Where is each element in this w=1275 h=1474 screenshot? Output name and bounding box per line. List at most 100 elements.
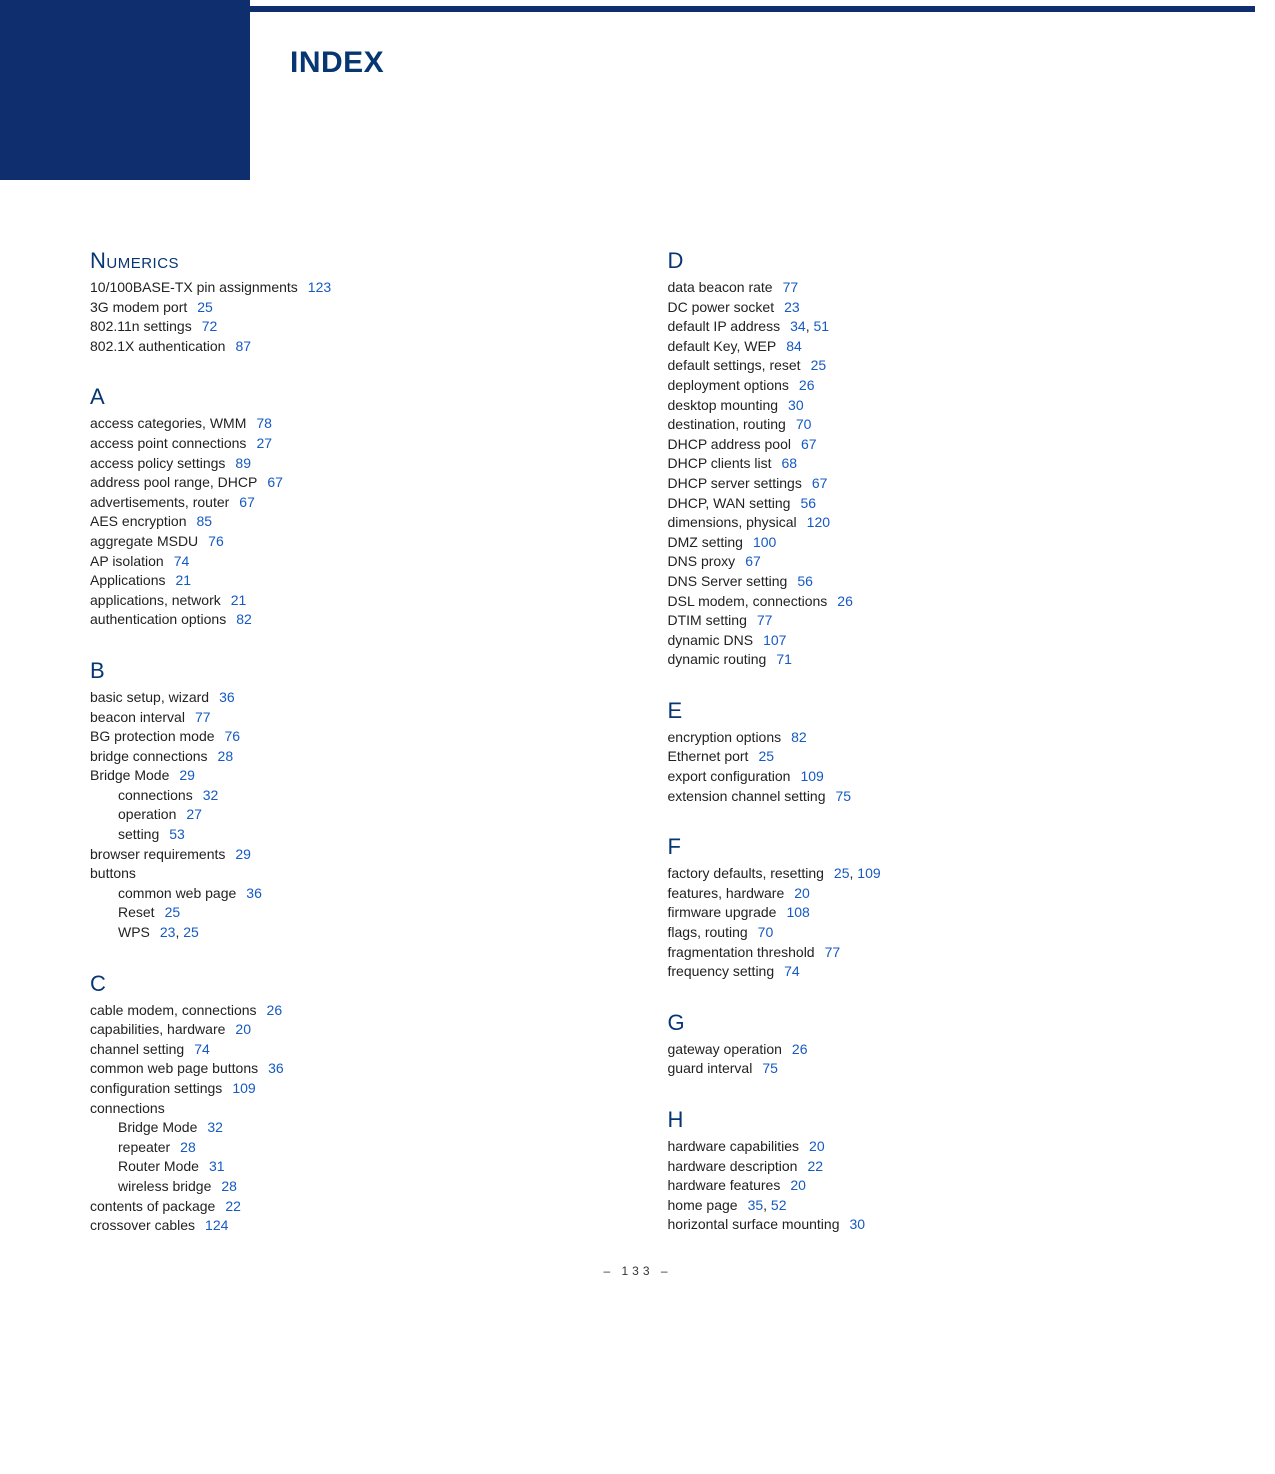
page-link[interactable]: 77 [757,612,773,628]
page-link[interactable]: 77 [195,709,211,725]
index-pages: 34, 51 [790,318,829,334]
index-entry: DHCP clients list68 [668,454,1186,474]
page-link[interactable]: 87 [235,338,251,354]
page-link[interactable]: 77 [825,944,841,960]
page-link[interactable]: 109 [232,1080,255,1096]
page-link[interactable]: 36 [268,1060,284,1076]
page-link[interactable]: 29 [179,767,195,783]
page-link[interactable]: 53 [169,826,185,842]
page-link[interactable]: 76 [225,728,241,744]
page-link[interactable]: 28 [218,748,234,764]
index-entry: guard interval75 [668,1059,1186,1079]
page-link[interactable]: 30 [788,397,804,413]
index-entry: flags, routing70 [668,923,1186,943]
page-link[interactable]: 82 [236,611,252,627]
page-link[interactable]: 29 [235,846,251,862]
page-link[interactable]: 20 [790,1177,806,1193]
page-link[interactable]: 77 [783,279,799,295]
page-link[interactable]: 70 [796,416,812,432]
page-link[interactable]: 20 [809,1138,825,1154]
page-link[interactable]: 74 [194,1041,210,1057]
page-link[interactable]: 25 [183,924,199,940]
index-pages: 28 [221,1178,237,1194]
page-link[interactable]: 124 [205,1217,228,1233]
page-link[interactable]: 120 [807,514,830,530]
index-term: AP isolation [90,553,164,569]
page-link[interactable]: 67 [267,474,283,490]
page-link[interactable]: 109 [800,768,823,784]
index-entry: crossover cables124 [90,1216,608,1236]
page-link[interactable]: 30 [850,1216,866,1232]
page-link[interactable]: 72 [202,318,218,334]
page-link[interactable]: 76 [208,533,224,549]
index-entry: bridge connections28 [90,747,608,767]
page-link[interactable]: 75 [836,788,852,804]
page-link[interactable]: 109 [857,865,880,881]
page-link[interactable]: 123 [308,279,331,295]
index-entry: DC power socket23 [668,298,1186,318]
page-link[interactable]: 20 [794,885,810,901]
page-link[interactable]: 36 [246,885,262,901]
page-link[interactable]: 107 [763,632,786,648]
page-link[interactable]: 74 [174,553,190,569]
page-link[interactable]: 27 [256,435,272,451]
page-link[interactable]: 71 [776,651,792,667]
page-link[interactable]: 84 [786,338,802,354]
page-link[interactable]: 35 [748,1197,764,1213]
page-link[interactable]: 25 [758,748,774,764]
page-link[interactable]: 22 [807,1158,823,1174]
page-link[interactable]: 31 [209,1158,225,1174]
index-entry: extension channel setting75 [668,787,1186,807]
page-link[interactable]: 52 [771,1197,787,1213]
index-term: wireless bridge [118,1178,211,1194]
page-link[interactable]: 26 [799,377,815,393]
page-link[interactable]: 70 [758,924,774,940]
page-link[interactable]: 32 [203,787,219,803]
page-link[interactable]: 108 [786,904,809,920]
page-link[interactable]: 21 [176,572,192,588]
index-pages: 109 [800,768,823,784]
index-pages: 107 [763,632,786,648]
page-link[interactable]: 82 [791,729,807,745]
index-pages: 70 [758,924,774,940]
page-link[interactable]: 26 [837,593,853,609]
page-link[interactable]: 75 [762,1060,778,1076]
page-link[interactable]: 100 [753,534,776,550]
page-link[interactable]: 74 [784,963,800,979]
page-link[interactable]: 34 [790,318,806,334]
page-link[interactable]: 25 [834,865,850,881]
page-link[interactable]: 67 [801,436,817,452]
index-term: data beacon rate [668,279,773,295]
page-link[interactable]: 51 [813,318,829,334]
page-link[interactable]: 28 [221,1178,237,1194]
index-pages: 67 [239,494,255,510]
page-link[interactable]: 23 [784,299,800,315]
page-link[interactable]: 22 [225,1198,241,1214]
page-link[interactable]: 85 [197,513,213,529]
page-link[interactable]: 68 [782,455,798,471]
page-link[interactable]: 78 [256,415,272,431]
index-entry: access policy settings89 [90,454,608,474]
page-link[interactable]: 25 [165,904,181,920]
page-link[interactable]: 26 [792,1041,808,1057]
page-link[interactable]: 36 [219,689,235,705]
page-link[interactable]: 67 [239,494,255,510]
page-link[interactable]: 25 [811,357,827,373]
page-link[interactable]: 20 [235,1021,251,1037]
page-link[interactable]: 67 [812,475,828,491]
page-link[interactable]: 28 [180,1139,196,1155]
page-link[interactable]: 56 [797,573,813,589]
page-link[interactable]: 56 [800,495,816,511]
index-entry: BG protection mode76 [90,727,608,747]
page-link[interactable]: 26 [267,1002,283,1018]
page-link[interactable]: 89 [235,455,251,471]
page-link[interactable]: 25 [197,299,213,315]
page-link[interactable]: 32 [207,1119,223,1135]
page-link[interactable]: 23 [160,924,176,940]
index-term: aggregate MSDU [90,533,198,549]
page-link[interactable]: 67 [745,553,761,569]
page-link[interactable]: 21 [231,592,247,608]
page-link[interactable]: 27 [186,806,202,822]
index-entry: default Key, WEP84 [668,337,1186,357]
index-entry: applications, network21 [90,591,608,611]
